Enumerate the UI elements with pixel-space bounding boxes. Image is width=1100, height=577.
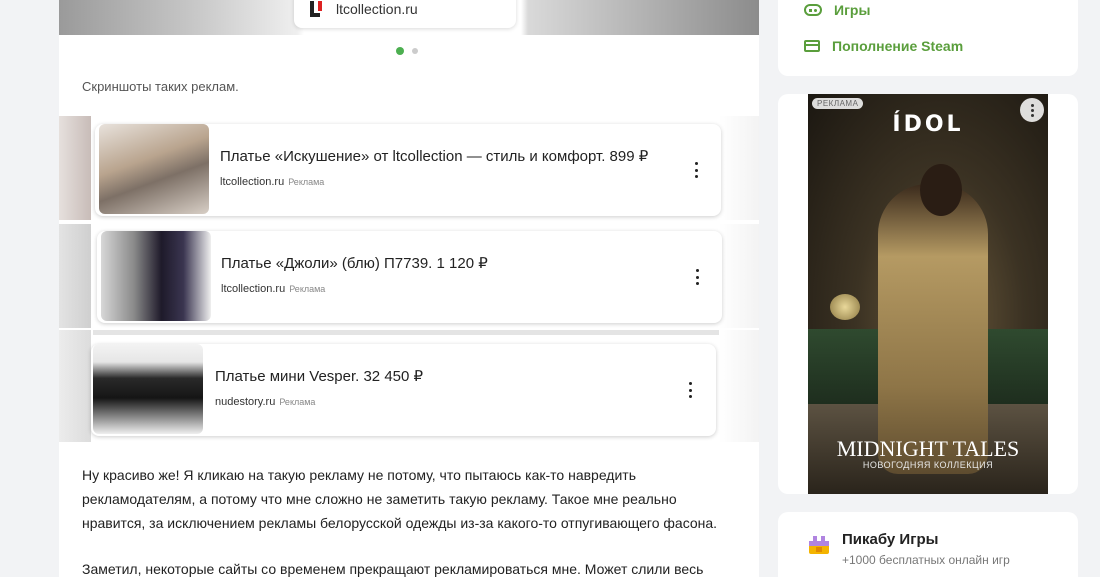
sidebar-link-label: Игры (834, 2, 871, 18)
ad-thumbnail[interactable] (99, 124, 209, 214)
ad-tag: РЕКЛАМА (812, 98, 864, 109)
brand-logo: ÍDOL (892, 112, 964, 137)
carousel-ad-domain: ltcollection.ru (336, 1, 418, 17)
more-options-icon[interactable] (689, 267, 705, 287)
ad-domain[interactable]: ltcollection.ru (220, 176, 284, 188)
carousel-dot-active[interactable] (396, 47, 404, 55)
ad-thumbnail[interactable] (101, 231, 211, 321)
banner-subline: НОВОГОДНЯЯ КОЛЛЕКЦИЯ (862, 460, 994, 470)
ltcollection-logo-icon (308, 0, 326, 19)
card-icon (804, 40, 820, 52)
ad-screenshot-2: Платье «Джоли» (блю) П7739. 1 120 ₽ ltco… (59, 224, 759, 328)
ad-card[interactable]: Платье «Искушение» от ltcollection — сти… (95, 124, 721, 216)
banner-headline: MIDNIGHT TALES (836, 436, 1020, 461)
post-paragraph: Заметил, некоторые сайты со временем пре… (82, 561, 704, 577)
ad-badge: Реклама (288, 177, 325, 187)
idol-ad-banner[interactable]: РЕКЛАМА ÍDOL MIDNIGHT TALES НОВОГОДНЯЯ К… (808, 94, 1048, 494)
carousel-dot[interactable] (412, 48, 418, 54)
sidebar-link-steam[interactable]: Пополнение Steam (804, 38, 963, 54)
post-content: ltcollection.ru Скриншоты таких реклам. … (59, 0, 759, 577)
image-caption: Скриншоты таких реклам. (82, 79, 239, 94)
more-options-icon[interactable] (688, 160, 704, 180)
ad-domain[interactable]: ltcollection.ru (221, 283, 285, 295)
post-paragraph: Ну красиво же! Я кликаю на такую рекламу… (82, 467, 718, 531)
sidebar-link-games[interactable]: Игры (804, 2, 870, 18)
lamp-shape (830, 294, 860, 320)
more-options-icon[interactable] (682, 380, 698, 400)
model-figure (878, 184, 988, 474)
ad-domain[interactable]: nudestory.ru (215, 396, 275, 408)
ad-card[interactable]: Платье «Джоли» (блю) П7739. 1 120 ₽ ltco… (97, 231, 722, 323)
ad-screenshot-3: Платье мини Vesper. 32 450 ₽ nudestory.r… (59, 330, 759, 442)
ad-screenshot-1: Платье «Искушение» от ltcollection — сти… (59, 116, 759, 220)
ad-badge: Реклама (279, 397, 316, 407)
carousel-ad-card[interactable]: ltcollection.ru (294, 0, 516, 28)
ad-title[interactable]: Платье мини Vesper. 32 450 ₽ (215, 367, 423, 385)
carousel-dots (396, 47, 418, 55)
gamepad-icon (804, 4, 822, 16)
sidebar-links-card: Игры Пополнение Steam (778, 0, 1078, 76)
ad-card[interactable]: Платье мини Vesper. 32 450 ₽ nudestory.r… (91, 344, 716, 436)
ad-title[interactable]: Платье «Искушение» от ltcollection — сти… (220, 147, 648, 165)
ad-badge: Реклама (289, 284, 326, 294)
ad-title[interactable]: Платье «Джоли» (блю) П7739. 1 120 ₽ (221, 254, 488, 272)
pikabu-games-icon (809, 536, 829, 554)
games-title[interactable]: Пикабу Игры (842, 531, 938, 548)
ad-thumbnail[interactable] (93, 344, 203, 434)
sidebar-link-label: Пополнение Steam (832, 38, 964, 54)
games-subtitle: +1000 бесплатных онлайн игр (842, 553, 1010, 567)
